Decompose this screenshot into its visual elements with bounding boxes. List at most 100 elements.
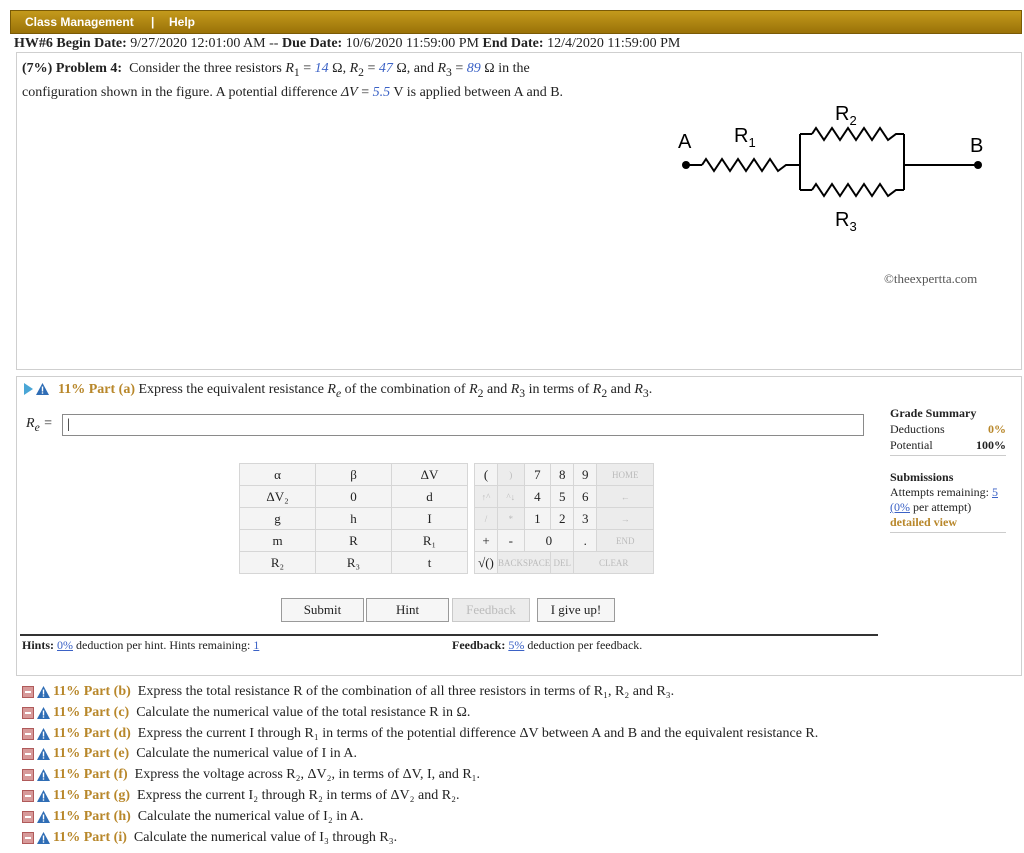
key[interactable]: g xyxy=(239,507,316,530)
key-left-arrow[interactable]: ← xyxy=(596,485,655,508)
key-8[interactable]: 8 xyxy=(550,463,575,486)
collapse-icon[interactable] xyxy=(22,811,34,823)
part-row[interactable]: 11% Part (e) Calculate the numerical val… xyxy=(22,746,357,762)
key[interactable]: t xyxy=(391,551,468,574)
play-icon[interactable] xyxy=(24,383,33,395)
key-decimal[interactable]: . xyxy=(573,529,598,552)
collapse-icon[interactable] xyxy=(22,769,34,781)
key-plus[interactable]: + xyxy=(474,529,498,552)
part-percent: 11% Part (f) xyxy=(53,767,128,782)
key-divide[interactable]: / xyxy=(474,507,498,530)
menu-separator: | xyxy=(151,15,155,29)
r2-value: 47 xyxy=(378,61,393,76)
give-up-button[interactable]: I give up! xyxy=(537,598,615,622)
key[interactable]: R₁ xyxy=(391,529,468,552)
key[interactable]: d xyxy=(391,485,468,508)
key[interactable]: α xyxy=(239,463,316,486)
hint-button[interactable]: Hint xyxy=(366,598,449,622)
key[interactable]: ΔV xyxy=(391,463,468,486)
key-4[interactable]: 4 xyxy=(523,485,552,508)
key-multiply[interactable]: * xyxy=(497,507,525,530)
detailed-view-link[interactable]: detailed view xyxy=(890,515,957,529)
key[interactable]: I xyxy=(391,507,468,530)
key[interactable]: R xyxy=(315,529,392,552)
key-minus[interactable]: - xyxy=(497,529,525,552)
part-percent: 11% Part (e) xyxy=(53,746,130,761)
warning-icon xyxy=(37,832,50,844)
collapse-icon[interactable] xyxy=(22,748,34,760)
menu-class-management[interactable]: Class Management xyxy=(25,15,134,29)
part-row[interactable]: 11% Part (g) Express the current I₂ thro… xyxy=(22,788,459,804)
key-0[interactable]: 0 xyxy=(523,529,575,552)
node-a-label: A xyxy=(678,131,692,153)
key[interactable]: ΔV₂ xyxy=(239,485,316,508)
warning-icon xyxy=(37,748,50,760)
part-row[interactable]: 11% Part (d) Express the current I throu… xyxy=(22,726,818,742)
part-a-header: 11% Part (a) Express the equivalent resi… xyxy=(58,382,653,400)
top-menu-bar: Class Management | Help xyxy=(10,10,1022,34)
part-row[interactable]: 11% Part (c) Calculate the numerical val… xyxy=(22,705,470,721)
part-percent: 11% Part (d) xyxy=(53,726,131,741)
key-close-paren[interactable]: ) xyxy=(497,463,525,486)
warning-icon xyxy=(37,728,50,740)
collapse-icon[interactable] xyxy=(22,832,34,844)
hints-remaining: 1 xyxy=(253,638,260,652)
collapse-icon[interactable] xyxy=(22,686,34,698)
hints-pct: 0% xyxy=(57,638,74,652)
part-row[interactable]: 11% Part (f) Express the voltage across … xyxy=(22,767,480,783)
dv-value: 5.5 xyxy=(372,84,391,100)
key-home[interactable]: HOME xyxy=(596,463,655,486)
key-end[interactable]: END xyxy=(596,529,655,552)
problem-weight: (7%) xyxy=(22,61,53,76)
part-row[interactable]: 11% Part (h) Calculate the numerical val… xyxy=(22,809,363,825)
answer-input[interactable] xyxy=(62,414,864,436)
key[interactable]: β xyxy=(315,463,392,486)
problem-text-1: Consider the three resistors xyxy=(129,61,282,76)
attempts-label: Attempts remaining: xyxy=(890,485,989,499)
key-9[interactable]: 9 xyxy=(573,463,598,486)
r1-value: 14 xyxy=(314,61,329,76)
part-percent: 11% Part (c) xyxy=(53,705,130,720)
collapse-icon[interactable] xyxy=(22,728,34,740)
deductions-label: Deductions xyxy=(890,422,945,436)
key-open-paren[interactable]: ( xyxy=(474,463,498,486)
part-row[interactable]: 11% Part (b) Express the total resistanc… xyxy=(22,684,674,700)
key-6[interactable]: 6 xyxy=(573,485,598,508)
key-backspace[interactable]: BACKSPACE xyxy=(496,551,552,574)
symbol-keypad: α β ΔV ΔV₂ 0 d ghI m R R₁ R₂ R₃ t xyxy=(239,463,468,574)
end-date-value: 12/4/2020 11:59:00 PM xyxy=(547,36,681,51)
menu-help[interactable]: Help xyxy=(169,15,195,29)
r1-resistor xyxy=(701,157,800,173)
circuit-diagram: A R1 R2 R3 B xyxy=(678,103,983,234)
key-sqrt[interactable]: √() xyxy=(474,551,498,574)
key-right-arrow[interactable]: → xyxy=(596,507,655,530)
collapse-icon[interactable] xyxy=(22,790,34,802)
part-row[interactable]: 11% Part (i) Calculate the numerical val… xyxy=(22,830,397,846)
key-del[interactable]: DEL xyxy=(550,551,575,574)
submit-button[interactable]: Submit xyxy=(281,598,364,622)
key[interactable]: m xyxy=(239,529,316,552)
key-superscript[interactable]: ↑^ xyxy=(474,485,498,508)
part-percent: 11% Part (h) xyxy=(53,809,131,824)
key-3[interactable]: 3 xyxy=(573,507,598,530)
per-attempt-label: per attempt) xyxy=(913,500,972,514)
collapse-icon[interactable] xyxy=(22,707,34,719)
part-text: Express the voltage across R₂, ΔV₂, in t… xyxy=(134,767,481,782)
key[interactable]: 0 xyxy=(315,485,392,508)
key-1[interactable]: 1 xyxy=(523,507,552,530)
key-7[interactable]: 7 xyxy=(523,463,552,486)
due-date-value: 10/6/2020 11:59:00 PM xyxy=(345,36,479,51)
part-text: Calculate the numerical value of I₃ thro… xyxy=(133,830,398,845)
key[interactable]: R₂ xyxy=(239,551,316,574)
part-a-text-5: and xyxy=(610,382,631,397)
key[interactable]: h xyxy=(315,507,392,530)
key[interactable]: R₃ xyxy=(315,551,392,574)
r2-resistor xyxy=(811,126,904,142)
feedback-info: Feedback: 5% deduction per feedback. xyxy=(452,638,642,653)
key-5[interactable]: 5 xyxy=(550,485,575,508)
feedback-button[interactable]: Feedback xyxy=(452,598,530,622)
key-subscript[interactable]: ^↓ xyxy=(497,485,525,508)
key-clear[interactable]: CLEAR xyxy=(573,551,655,574)
feedback-pct: 5% xyxy=(508,638,525,652)
key-2[interactable]: 2 xyxy=(550,507,575,530)
